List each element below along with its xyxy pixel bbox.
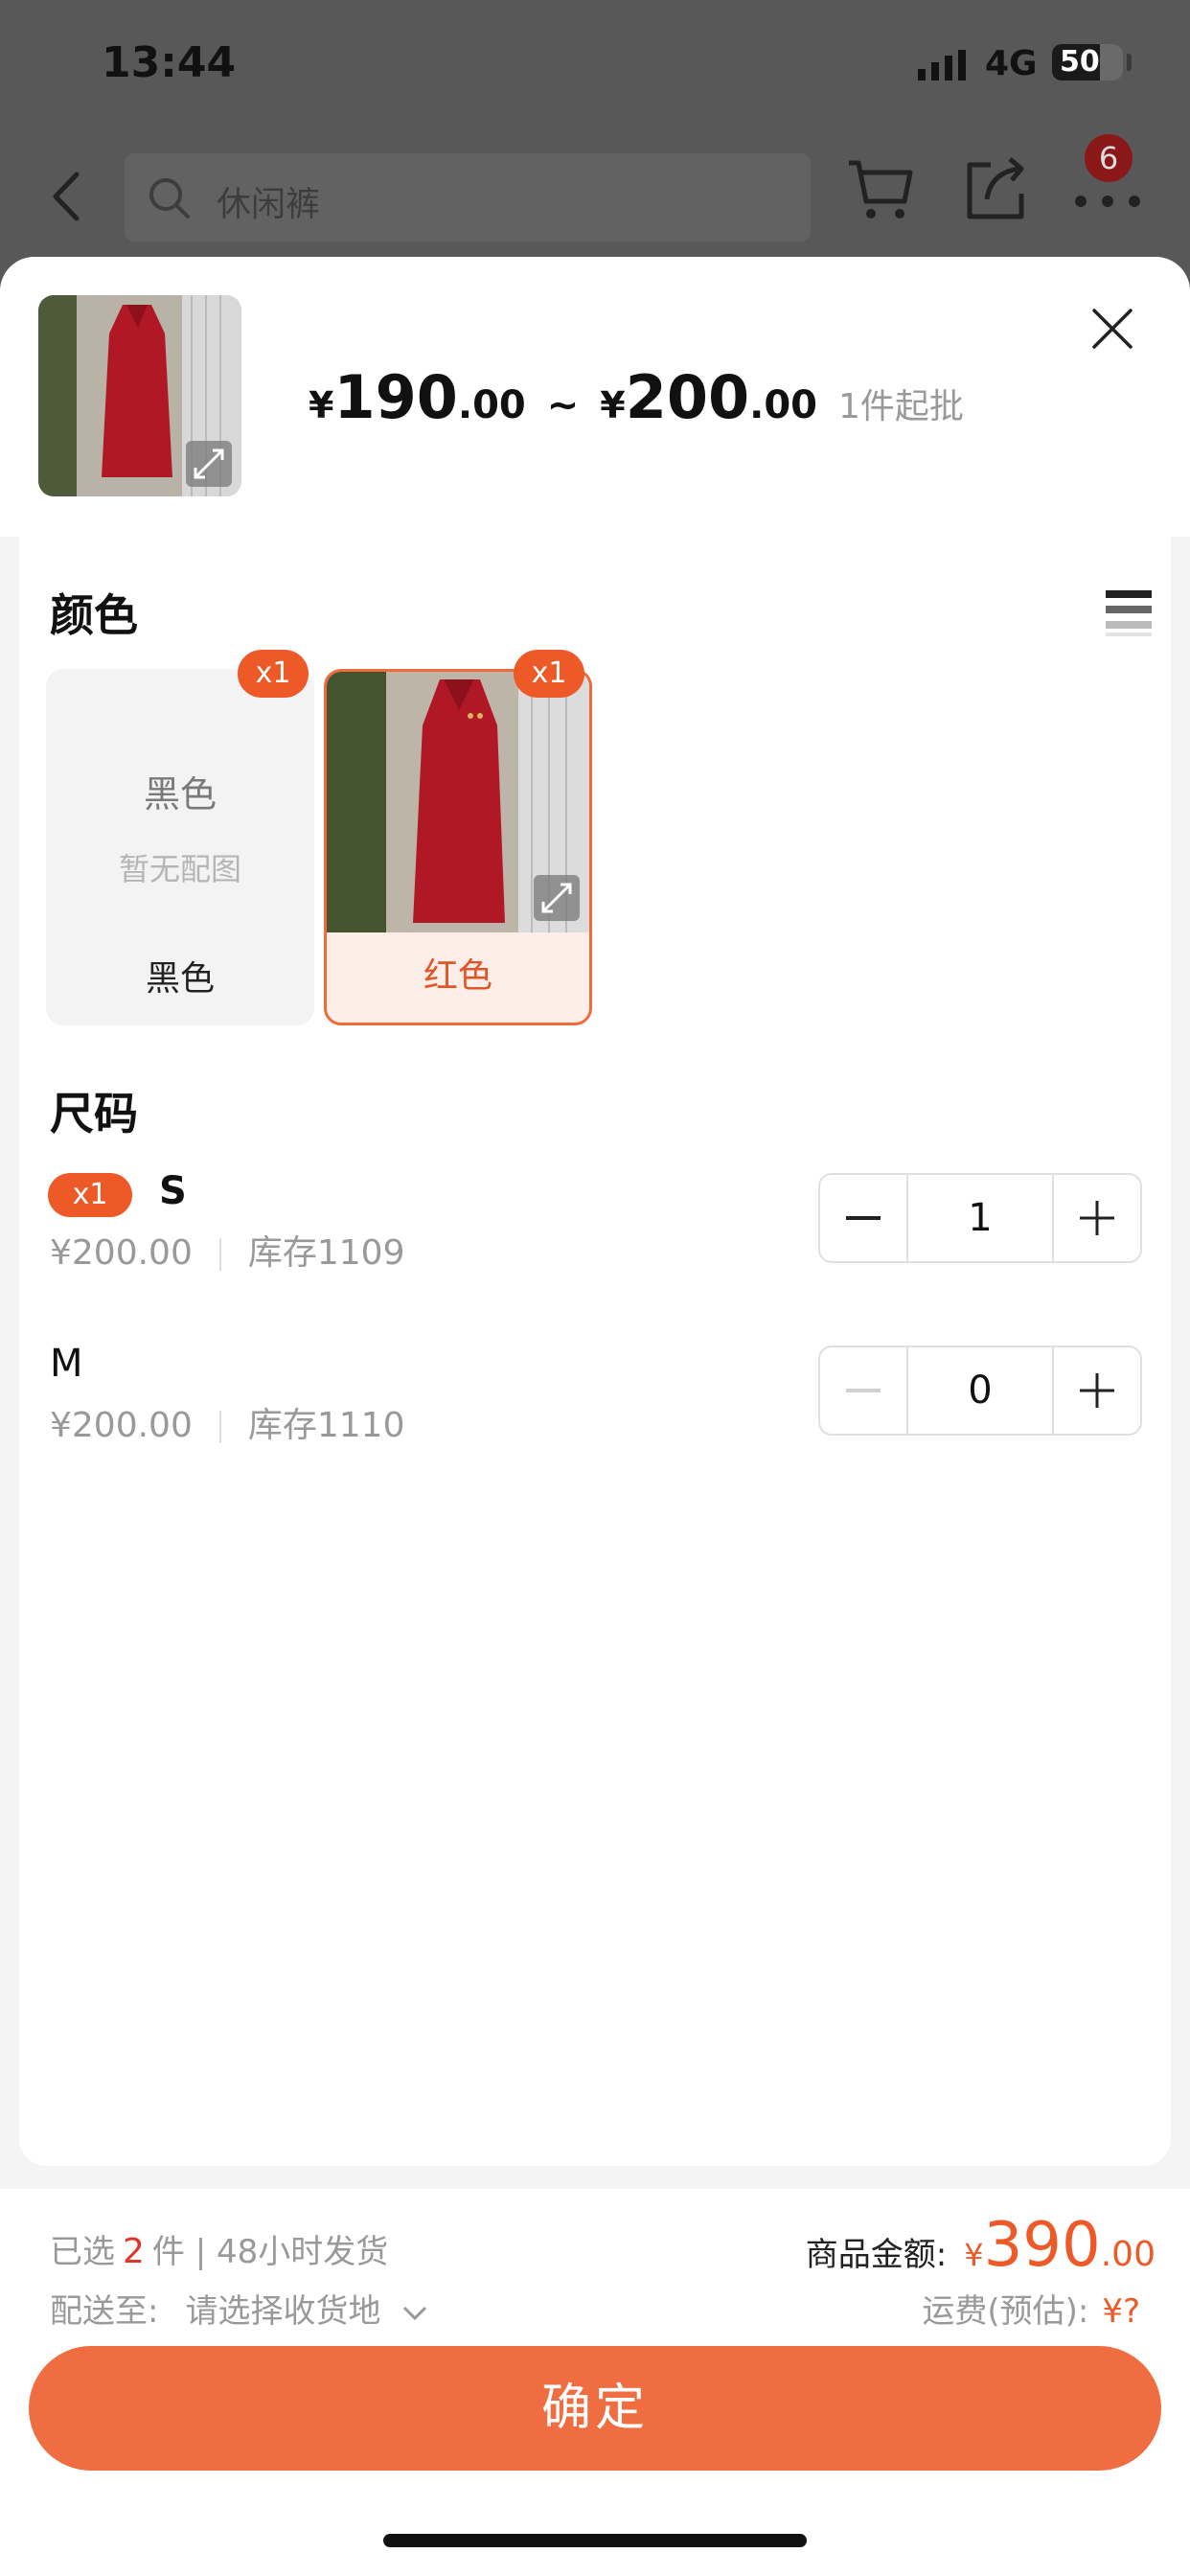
quantity-value[interactable]: 0 [906, 1347, 1054, 1434]
color-section-title: 颜色 [50, 589, 138, 641]
price-min-decimal: .00 [457, 383, 526, 427]
minimum-order: 1件起批 [837, 387, 964, 426]
product-thumbnail[interactable] [38, 295, 241, 496]
size-stock: 库存1110 [247, 1406, 405, 1445]
freight-label: 运费(预估): [922, 2292, 1089, 2331]
list-view-icon[interactable] [1102, 586, 1156, 638]
quantity-stepper: 0 [818, 1346, 1142, 1436]
size-stock: 库存1109 [247, 1233, 405, 1273]
expand-icon [534, 875, 580, 921]
plus-icon [1080, 1373, 1114, 1408]
color-option-red[interactable]: 红色 [324, 669, 592, 1025]
ship-address[interactable]: 请选择收货地 [185, 2292, 380, 2331]
amount-label: 商品金额: [805, 2236, 948, 2274]
back-arrow-icon[interactable] [44, 163, 92, 230]
selected-suffix: 件 | 48小时发货 [151, 2233, 389, 2271]
no-image-title: 黑色 [143, 773, 217, 816]
size-row-s: x1 S ¥200.00 库存1109 1 [19, 1169, 1171, 1288]
notification-badge: 6 [1085, 134, 1133, 182]
size-name: S [159, 1169, 187, 1213]
sheet-header: ¥190.00 ~ ¥200.00 1件起批 [0, 257, 1190, 537]
increase-button[interactable] [1054, 1175, 1140, 1261]
amount-integer: 390 [983, 2210, 1101, 2281]
freight-value: ¥? [1102, 2292, 1140, 2331]
quantity-stepper: 1 [818, 1173, 1142, 1263]
color-option-label: 红色 [423, 956, 492, 996]
share-icon[interactable] [962, 151, 1031, 224]
sku-sheet: ¥190.00~¥200.001件起批 颜色 黑色 暂无配图 黑色 x1 [0, 257, 1190, 2576]
no-image-note: 暂无配图 [118, 851, 241, 887]
size-section-title: 尺码 [50, 1088, 138, 1139]
battery-level: 50 [1060, 45, 1100, 79]
color-qty-badge: x1 [514, 650, 584, 698]
selected-count: 2 [123, 2232, 145, 2271]
battery-icon: 50 [1052, 44, 1123, 80]
signal-icon [918, 50, 966, 80]
quantity-value[interactable]: 1 [906, 1175, 1054, 1261]
search-placeholder: 休闲裤 [217, 185, 321, 224]
status-time: 13:44 [102, 38, 237, 87]
size-qty-badge: x1 [48, 1173, 132, 1217]
price-min: 190 [333, 362, 458, 432]
decrease-button[interactable] [820, 1175, 906, 1261]
top-nav: 休闲裤 [0, 134, 1190, 259]
price-separator: ~ [546, 383, 580, 427]
selected-prefix: 已选 [50, 2233, 115, 2271]
goods-amount: 商品金额: ¥390.00 [806, 2210, 1156, 2281]
minus-icon [846, 1216, 881, 1220]
price-range: ¥190.00 ~ ¥200.00 1件起批 [309, 362, 964, 432]
plus-icon [1080, 1201, 1114, 1235]
decrease-button[interactable] [820, 1347, 906, 1434]
cart-icon[interactable] [845, 153, 916, 224]
size-price: ¥200.00 [50, 1233, 193, 1273]
size-meta: ¥200.00 库存1110 [50, 1397, 405, 1447]
currency-symbol: ¥ [309, 384, 334, 426]
size-row-m: M ¥200.00 库存1110 0 [19, 1342, 1171, 1460]
search-input[interactable]: 休闲裤 [125, 153, 811, 242]
size-name: M [50, 1342, 83, 1386]
confirm-button[interactable]: 确定 [29, 2346, 1161, 2471]
ship-label: 配送至: [50, 2292, 159, 2331]
price-max: 200 [625, 362, 750, 432]
color-option-black[interactable]: 黑色 暂无配图 黑色 [46, 669, 314, 1025]
network-label: 4G [985, 44, 1038, 83]
minus-icon [846, 1389, 881, 1392]
close-icon[interactable] [1088, 305, 1136, 353]
selected-summary: 已选 2 件 | 48小时发货 [50, 2225, 388, 2272]
increase-button[interactable] [1054, 1347, 1140, 1434]
freight-estimate: 运费(预估): ¥? [922, 2285, 1140, 2332]
currency-symbol: ¥ [600, 384, 626, 426]
search-icon [149, 178, 190, 218]
color-option-label: 黑色 [145, 959, 215, 999]
shipping-destination[interactable]: 配送至: 请选择收货地 [50, 2285, 429, 2332]
chevron-down-icon [403, 2306, 427, 2320]
amount-currency: ¥ [964, 2237, 984, 2273]
status-bar: 13:44 4G 50 [0, 0, 1190, 134]
size-price: ¥200.00 [50, 1406, 193, 1445]
expand-icon [186, 441, 232, 487]
size-meta: ¥200.00 库存1109 [50, 1225, 405, 1275]
price-max-decimal: .00 [749, 383, 817, 427]
color-qty-badge: x1 [238, 650, 309, 698]
home-indicator [383, 2534, 807, 2547]
amount-decimal: .00 [1100, 2235, 1156, 2274]
